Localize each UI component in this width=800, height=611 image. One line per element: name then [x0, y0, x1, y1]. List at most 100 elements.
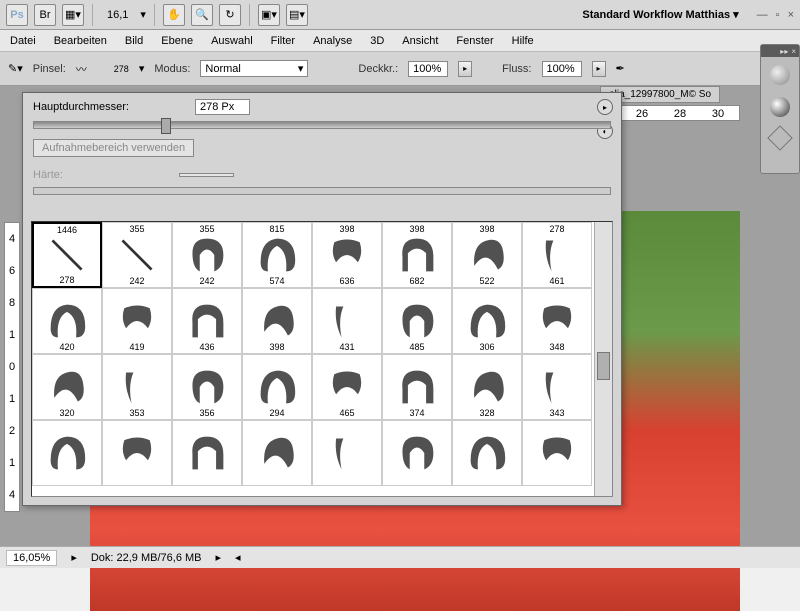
flow-field[interactable]: 100%: [542, 61, 582, 77]
brush-thumb[interactable]: 355242: [172, 222, 242, 288]
hardness-slider: [33, 187, 611, 195]
zoom-tool-icon[interactable]: 🔍: [191, 4, 213, 26]
brush-thumb[interactable]: 355242: [102, 222, 172, 288]
separator: [249, 4, 250, 26]
zoom-level[interactable]: 16,1: [101, 7, 134, 23]
brush-thumb[interactable]: 356: [172, 354, 242, 420]
menu-hilfe[interactable]: Hilfe: [512, 35, 534, 47]
panel-play-icon[interactable]: ▸: [597, 99, 613, 115]
brush-thumb[interactable]: 436: [172, 288, 242, 354]
flow-arrow-icon[interactable]: ▸: [592, 61, 606, 77]
right-dock: ▸▸ ×: [760, 44, 800, 174]
brush-thumb[interactable]: 294: [242, 354, 312, 420]
brush-thumb[interactable]: 398682: [382, 222, 452, 288]
brush-thumb[interactable]: [32, 420, 102, 486]
brush-thumb[interactable]: 306: [452, 288, 522, 354]
window-controls: — ▫ ×: [757, 9, 794, 21]
hardness-input: [179, 173, 234, 177]
brush-thumb[interactable]: [172, 420, 242, 486]
opacity-arrow-icon[interactable]: ▸: [458, 61, 472, 77]
color-panel-icon[interactable]: [770, 65, 790, 85]
brush-thumb[interactable]: [382, 420, 452, 486]
menu-auswahl[interactable]: Auswahl: [211, 35, 253, 47]
main-menu: Datei Bearbeiten Bild Ebene Auswahl Filt…: [0, 30, 800, 52]
menu-3d[interactable]: 3D: [370, 35, 384, 47]
brush-thumb[interactable]: [102, 420, 172, 486]
dock-collapse-icon[interactable]: ▸▸: [780, 47, 788, 56]
dock-close-icon[interactable]: ×: [791, 47, 796, 56]
menu-ansicht[interactable]: Ansicht: [402, 35, 438, 47]
brush-thumb[interactable]: 431: [312, 288, 382, 354]
hardness-label: Härte:: [33, 169, 63, 181]
deckkr-label: Deckkr.:: [358, 63, 398, 75]
ps-logo-icon[interactable]: Ps: [6, 4, 28, 26]
rotate-tool-icon[interactable]: ↻: [219, 4, 241, 26]
brush-thumb[interactable]: 343: [522, 354, 592, 420]
status-zoom[interactable]: 16,05%: [6, 550, 57, 566]
swatch-panel-icon[interactable]: [770, 97, 790, 117]
brush-thumb[interactable]: 420: [32, 288, 102, 354]
menu-analyse[interactable]: Analyse: [313, 35, 352, 47]
menu-fenster[interactable]: Fenster: [456, 35, 493, 47]
brush-thumb[interactable]: 348: [522, 288, 592, 354]
horizontal-ruler: 26 28 30: [620, 105, 740, 121]
brush-thumb[interactable]: [242, 420, 312, 486]
brush-scrollbar[interactable]: [594, 222, 612, 496]
close-icon[interactable]: ×: [788, 9, 794, 21]
brush-preset-panel: ▸ ◐ Hauptdurchmesser: 278 Px Aufnahmeber…: [22, 92, 622, 506]
brush-grid: 1446278355242355242815574398636398682398…: [31, 221, 613, 497]
brush-thumb[interactable]: [312, 420, 382, 486]
brush-thumb[interactable]: 485: [382, 288, 452, 354]
brush-preset-icon[interactable]: 〰: [76, 61, 104, 77]
opacity-field[interactable]: 100%: [408, 61, 448, 77]
app-topbar: Ps Br ▦▾ 16,1▾ ✋ 🔍 ↻ ▣▾ ▤▾ Standard Work…: [0, 0, 800, 30]
film-icon[interactable]: ▦▾: [62, 4, 84, 26]
status-doc-info[interactable]: Dok: 22,9 MB/76,6 MB: [91, 552, 202, 564]
menu-filter[interactable]: Filter: [271, 35, 295, 47]
vertical-ruler: 4 6 8 1 0 1 2 1 4: [4, 222, 20, 512]
fluss-label: Fluss:: [502, 63, 531, 75]
bridge-icon[interactable]: Br: [34, 4, 56, 26]
use-sample-button[interactable]: Aufnahmebereich verwenden: [33, 139, 194, 157]
brush-thumb[interactable]: 398522: [452, 222, 522, 288]
status-scroll-left-icon[interactable]: ◂: [235, 551, 241, 564]
brush-tool-icon[interactable]: ✎▾: [8, 62, 23, 75]
separator: [92, 4, 93, 26]
diameter-slider[interactable]: [33, 121, 611, 129]
brush-thumb[interactable]: 465: [312, 354, 382, 420]
pinsel-label: Pinsel:: [33, 63, 66, 75]
maximize-icon[interactable]: ▫: [776, 9, 780, 21]
screen-mode-icon[interactable]: ▣▾: [258, 4, 280, 26]
brush-size-display: 278: [114, 64, 129, 74]
brush-thumb[interactable]: 815574: [242, 222, 312, 288]
brush-thumb[interactable]: 374: [382, 354, 452, 420]
brush-thumb[interactable]: 320: [32, 354, 102, 420]
blend-mode-select[interactable]: Normal▾: [200, 60, 308, 77]
brush-thumb[interactable]: [452, 420, 522, 486]
arrange-icon[interactable]: ▤▾: [286, 4, 308, 26]
styles-panel-icon[interactable]: [767, 125, 792, 150]
menu-bearbeiten[interactable]: Bearbeiten: [54, 35, 107, 47]
menu-bild[interactable]: Bild: [125, 35, 143, 47]
brush-thumb[interactable]: 398636: [312, 222, 382, 288]
brush-dropdown-icon[interactable]: ▾: [139, 62, 145, 75]
brush-thumb[interactable]: 1446278: [32, 222, 102, 288]
minimize-icon[interactable]: —: [757, 9, 768, 21]
modus-label: Modus:: [154, 63, 190, 75]
menu-datei[interactable]: Datei: [10, 35, 36, 47]
brush-thumb[interactable]: 328: [452, 354, 522, 420]
menu-ebene[interactable]: Ebene: [161, 35, 193, 47]
diameter-label: Hauptdurchmesser:: [33, 101, 129, 113]
diameter-input[interactable]: 278 Px: [195, 99, 250, 115]
tool-options-bar: ✎▾ Pinsel: 〰 278 ▾ Modus: Normal▾ Deckkr…: [0, 52, 800, 86]
brush-thumb[interactable]: 353: [102, 354, 172, 420]
brush-thumb[interactable]: 419: [102, 288, 172, 354]
workspace-switcher[interactable]: Standard Workflow Matthias ▾: [582, 8, 738, 21]
hand-tool-icon[interactable]: ✋: [163, 4, 185, 26]
dock-header: ▸▸ ×: [761, 45, 799, 57]
brush-thumb[interactable]: 278461: [522, 222, 592, 288]
brush-thumb[interactable]: [522, 420, 592, 486]
brush-thumb[interactable]: 398: [242, 288, 312, 354]
separator: [154, 4, 155, 26]
airbrush-icon[interactable]: ✒: [616, 62, 625, 75]
